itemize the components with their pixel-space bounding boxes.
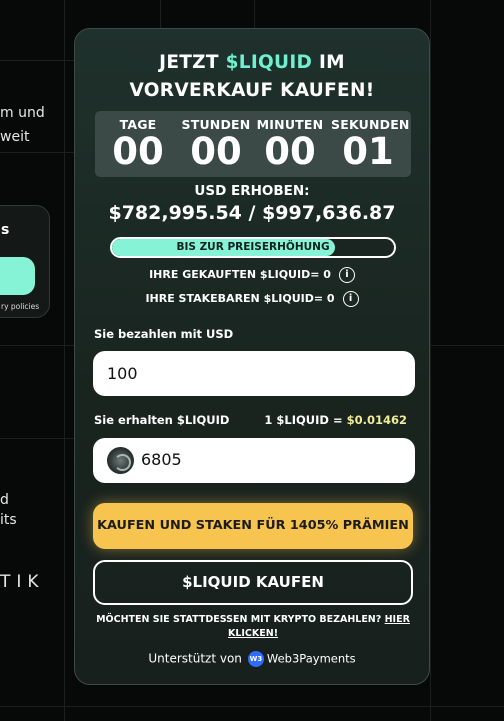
headline-text-end: IM xyxy=(312,52,345,73)
receive-amount-field[interactable]: 6805 xyxy=(93,438,415,483)
receive-amount-value: 6805 xyxy=(141,450,182,469)
widget-headline: JETZT $LIQUID IM VORVERKAUF KAUFEN! xyxy=(75,49,429,105)
background-card-button[interactable] xyxy=(0,257,35,295)
pay-label: Sie bezahlen mit USD xyxy=(94,327,234,341)
liquid-token-icon xyxy=(107,447,134,474)
countdown-seconds: SEKUNDEN 01 xyxy=(331,111,409,173)
background-card: s ry policies xyxy=(0,205,50,318)
countdown-days: TAGE 00 xyxy=(101,111,175,172)
presale-progress-bar: BIS ZUR PREISERHÖHUNG xyxy=(110,237,396,258)
countdown-value: 00 xyxy=(190,130,242,173)
headline-text: JETZT xyxy=(159,52,226,73)
web3payments-logo-icon: W3 xyxy=(247,651,264,667)
powered-by: Unterstützt von W3 Web3Payments xyxy=(75,651,429,667)
countdown-timer: TAGE 00 STUNDEN 00 MINUTEN 00 SEKUNDEN 0… xyxy=(95,111,411,177)
pay-amount-input[interactable] xyxy=(93,351,415,396)
stakeable-balance-label: IHRE STAKEBAREN $LIQUID= 0 xyxy=(145,292,335,305)
countdown-hours: STUNDEN 00 xyxy=(179,111,253,172)
progress-label: BIS ZUR PREISERHÖHUNG xyxy=(176,241,330,253)
grid-line xyxy=(254,0,255,28)
crypto-note-text: MÖCHTEN SIE STATTDESSEN MIT KRYPTO BEZAH… xyxy=(96,614,382,625)
background-text: m und xyxy=(0,105,45,121)
grid-line xyxy=(430,0,431,721)
raised-label: USD ERHOBEN: xyxy=(194,183,310,199)
raised-value: $782,995.54 / $997,636.87 xyxy=(108,202,396,224)
grid-line xyxy=(0,345,74,346)
token-price: 1 $LIQUID = $0.01462 xyxy=(264,413,407,427)
headline-token: $LIQUID xyxy=(225,52,313,73)
grid-line xyxy=(430,345,504,346)
countdown-minutes: MINUTEN 00 xyxy=(253,111,327,172)
info-icon[interactable]: i xyxy=(338,267,355,283)
web3payments-link[interactable]: Web3Payments xyxy=(267,652,356,666)
background-text: its xyxy=(0,512,17,528)
countdown-value: 00 xyxy=(112,130,164,173)
purchased-balance-label: IHRE GEKAUFTEN $LIQUID= 0 xyxy=(149,268,331,281)
headline-line2: VORVERKAUF KAUFEN! xyxy=(129,80,375,101)
buy-and-stake-button[interactable]: KAUFEN UND STAKEN FÜR 1405% PRÄMIEN xyxy=(93,503,413,549)
countdown-value: 00 xyxy=(264,130,316,173)
grid-line xyxy=(0,152,74,153)
info-icon[interactable]: i xyxy=(342,291,359,307)
crypto-payment-note: MÖCHTEN SIE STATTDESSEN MIT KRYPTO BEZAH… xyxy=(95,613,411,641)
token-price-value: $0.01462 xyxy=(346,413,407,427)
grid-line xyxy=(0,706,504,707)
background-text: weit xyxy=(0,129,30,145)
grid-line xyxy=(160,0,161,28)
presale-widget: JETZT $LIQUID IM VORVERKAUF KAUFEN! TAGE… xyxy=(74,28,430,685)
grid-line xyxy=(0,438,74,439)
receive-label: Sie erhalten $LIQUID xyxy=(94,413,230,427)
countdown-value: 01 xyxy=(342,130,394,173)
background-card-title: s xyxy=(1,222,10,238)
grid-line xyxy=(64,0,65,721)
background-card-text: ry policies xyxy=(1,302,40,311)
token-price-prefix: 1 $LIQUID = xyxy=(264,413,347,427)
stakeable-balance-row: IHRE STAKEBAREN $LIQUID= 0 i xyxy=(75,291,429,307)
powered-by-label: Unterstützt von xyxy=(148,651,242,666)
buy-button[interactable]: $LIQUID KAUFEN xyxy=(93,560,413,605)
background-partial-word: TIK xyxy=(0,572,45,592)
grid-line xyxy=(0,60,74,61)
purchased-balance-row: IHRE GEKAUFTEN $LIQUID= 0 i xyxy=(75,267,429,283)
